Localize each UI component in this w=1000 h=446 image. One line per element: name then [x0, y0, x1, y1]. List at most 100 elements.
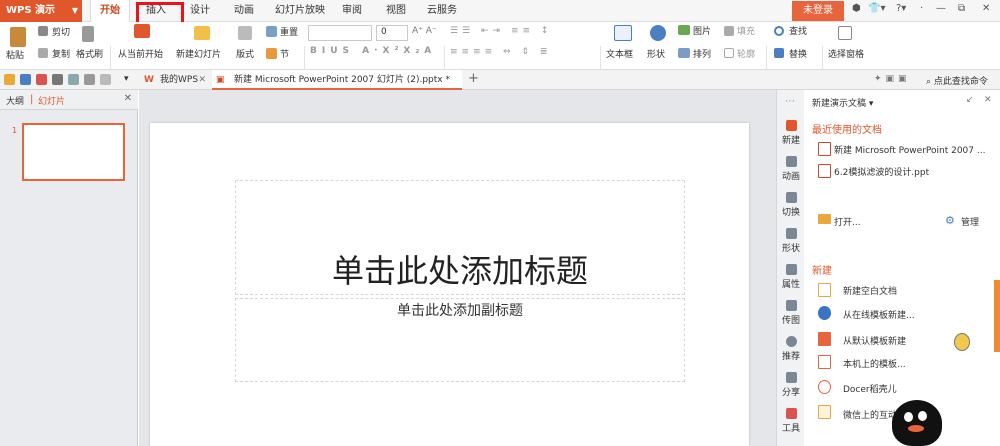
side-tools-label: 工具	[781, 424, 800, 434]
task-pane: 新建演示文稿 ▾ ↙ ✕ 最近使用的文档 新建 Microsoft PowerP…	[804, 90, 1000, 446]
tab-slideshow[interactable]: 幻灯片放映	[275, 0, 325, 22]
minimize-icon[interactable]: —	[936, 3, 946, 14]
recent-file-2[interactable]: 6.2模拟滤波的设计.ppt	[834, 165, 929, 178]
slide-number: 1	[12, 126, 18, 135]
side-upload-button[interactable]: 传图	[777, 300, 805, 326]
paste-button[interactable]: 粘贴	[6, 48, 24, 61]
search-command[interactable]: ⌕ 点此查找命令	[926, 74, 988, 87]
open-button[interactable]: 打开...	[834, 215, 861, 228]
docer-button[interactable]: Docer稻壳儿	[843, 382, 897, 395]
print-icon[interactable]	[52, 74, 63, 85]
copy-icon	[38, 48, 48, 58]
chevron-down-icon[interactable]: ▾	[124, 74, 129, 84]
font-style-icons[interactable]: BIUS A·X²X₂A	[310, 46, 436, 56]
save-icon[interactable]	[20, 74, 31, 85]
add-tab-icon[interactable]: +	[468, 71, 479, 86]
open-icon[interactable]	[4, 74, 15, 85]
side-new-button[interactable]: 新建	[777, 120, 805, 146]
font-name-select[interactable]	[308, 25, 372, 41]
cut-button[interactable]: 剪切	[52, 25, 70, 38]
gear-icon[interactable]: ⚙	[945, 214, 955, 227]
app-menu-button[interactable]: WPS 演示 ▼	[0, 0, 82, 22]
close-icon[interactable]: ✕	[982, 3, 990, 14]
selection-pane-button[interactable]: 选择窗格	[828, 47, 864, 60]
slide-thumbnail[interactable]	[22, 123, 125, 181]
copy-button[interactable]: 复制	[52, 47, 70, 60]
undo-icon[interactable]	[84, 74, 95, 85]
tab-my-wps[interactable]: W 我的WPS ✕	[138, 70, 210, 90]
task-pane-header[interactable]: 新建演示文稿 ▾	[812, 96, 873, 109]
side-recommend-button[interactable]: 推荐	[777, 336, 805, 362]
replace-button[interactable]: 替换	[789, 47, 807, 60]
redo-icon[interactable]	[100, 74, 111, 85]
tab-cloud[interactable]: 云服务	[427, 0, 457, 22]
layout-button[interactable]: 版式	[236, 47, 254, 60]
qrcode-icon	[818, 405, 831, 419]
subtitle-placeholder[interactable]: 单击此处添加副标题	[235, 298, 685, 382]
tab-home[interactable]: 开始	[90, 0, 130, 23]
close-icon[interactable]: ✕	[984, 95, 992, 105]
help-icon[interactable]: ?▾	[896, 3, 906, 14]
close-icon[interactable]: ✕	[124, 93, 132, 104]
side-toolbar: ⋯ 新建 动画 切换 形状 属性 传图 推荐 分享 工具	[776, 90, 804, 446]
from-current-button[interactable]: 从当前开始	[118, 47, 163, 60]
tab-design[interactable]: 设计	[190, 0, 210, 22]
side-share-button[interactable]: 分享	[777, 372, 805, 398]
tab-review[interactable]: 审阅	[342, 0, 362, 22]
side-animation-button[interactable]: 动画	[777, 156, 805, 182]
mascot-eye	[904, 412, 913, 422]
side-properties-button[interactable]: 属性	[777, 264, 805, 290]
tab-view[interactable]: 视图	[386, 0, 406, 22]
format-painter-button[interactable]: 格式刷	[76, 47, 103, 60]
side-transition-button[interactable]: 切换	[777, 192, 805, 218]
login-button[interactable]: 未登录	[792, 1, 844, 21]
outline-button[interactable]: 轮廓	[737, 47, 755, 60]
properties-icon	[785, 264, 797, 275]
side-shape-button[interactable]: 形状	[777, 228, 805, 254]
reset-button[interactable]: 重置	[280, 25, 298, 38]
animation-icon	[785, 156, 797, 167]
new-online-template-button[interactable]: 从在线模板新建...	[843, 308, 915, 321]
arrange-button[interactable]: 排列	[693, 47, 711, 60]
preview-icon[interactable]	[68, 74, 79, 85]
dock-icon[interactable]: ↙	[966, 95, 974, 105]
local-template-icon	[818, 355, 831, 369]
align-icons[interactable]: ≡≡≡≡ ⇔ ⇕ ≣	[450, 47, 551, 57]
settings-icon[interactable]: ·	[920, 3, 923, 14]
close-icon[interactable]: ✕	[198, 70, 206, 90]
recent-file-1[interactable]: 新建 Microsoft PowerPoint 2007 ...	[834, 143, 985, 156]
mascot-icon[interactable]	[892, 400, 942, 446]
new-default-template-button[interactable]: 从默认模板新建	[843, 334, 906, 347]
title-placeholder[interactable]: 单击此处添加标题	[235, 180, 685, 295]
shape-button[interactable]: 形状	[647, 47, 665, 60]
section-button[interactable]: 节	[280, 47, 289, 60]
find-button[interactable]: 查找	[789, 24, 807, 37]
cut-icon	[38, 26, 48, 36]
textbox-button[interactable]: 文本框	[606, 47, 633, 60]
tab-outline[interactable]: 大纲	[6, 94, 24, 107]
new-blank-button[interactable]: 新建空白文档	[843, 284, 897, 297]
play-icon	[134, 24, 150, 38]
picture-button[interactable]: 图片	[693, 24, 711, 37]
list-icons[interactable]: ☰☰ ⇤⇥ ≡≡ ↕	[450, 26, 552, 36]
collapse-handle[interactable]	[994, 280, 1000, 352]
new-slide-button[interactable]: 新建幻灯片	[176, 47, 221, 60]
grow-font-icon[interactable]: A⁺ A⁻	[412, 26, 437, 36]
tab-slides[interactable]: 幻灯片	[38, 94, 65, 107]
lightbulb-icon[interactable]	[954, 333, 970, 351]
export-pdf-icon[interactable]	[36, 74, 47, 85]
manage-button[interactable]: 管理	[961, 215, 979, 228]
restore-icon[interactable]: ⧉	[958, 3, 965, 14]
toolbar-icons[interactable]: ✦▣▣	[874, 74, 911, 84]
quick-access-bar: ▾ W 我的WPS ✕ ▣ 新建 Microsoft PowerPoint 20…	[0, 70, 1000, 90]
tab-document[interactable]: ▣ 新建 Microsoft PowerPoint 2007 幻灯片 (2).p…	[212, 70, 462, 90]
skin-icon[interactable]: ⬢	[852, 3, 861, 14]
tab-animation[interactable]: 动画	[234, 0, 254, 22]
side-tools-button[interactable]: 工具	[777, 408, 805, 434]
font-size-select[interactable]: 0	[376, 25, 408, 41]
slide[interactable]: 单击此处添加标题 单击此处添加副标题	[150, 123, 749, 446]
fill-button[interactable]: 填充	[737, 24, 755, 37]
shirt-icon[interactable]: 👕▾	[868, 3, 885, 14]
local-template-button[interactable]: 本机上的模板...	[843, 357, 906, 370]
more-icon[interactable]: ⋯	[785, 96, 795, 107]
